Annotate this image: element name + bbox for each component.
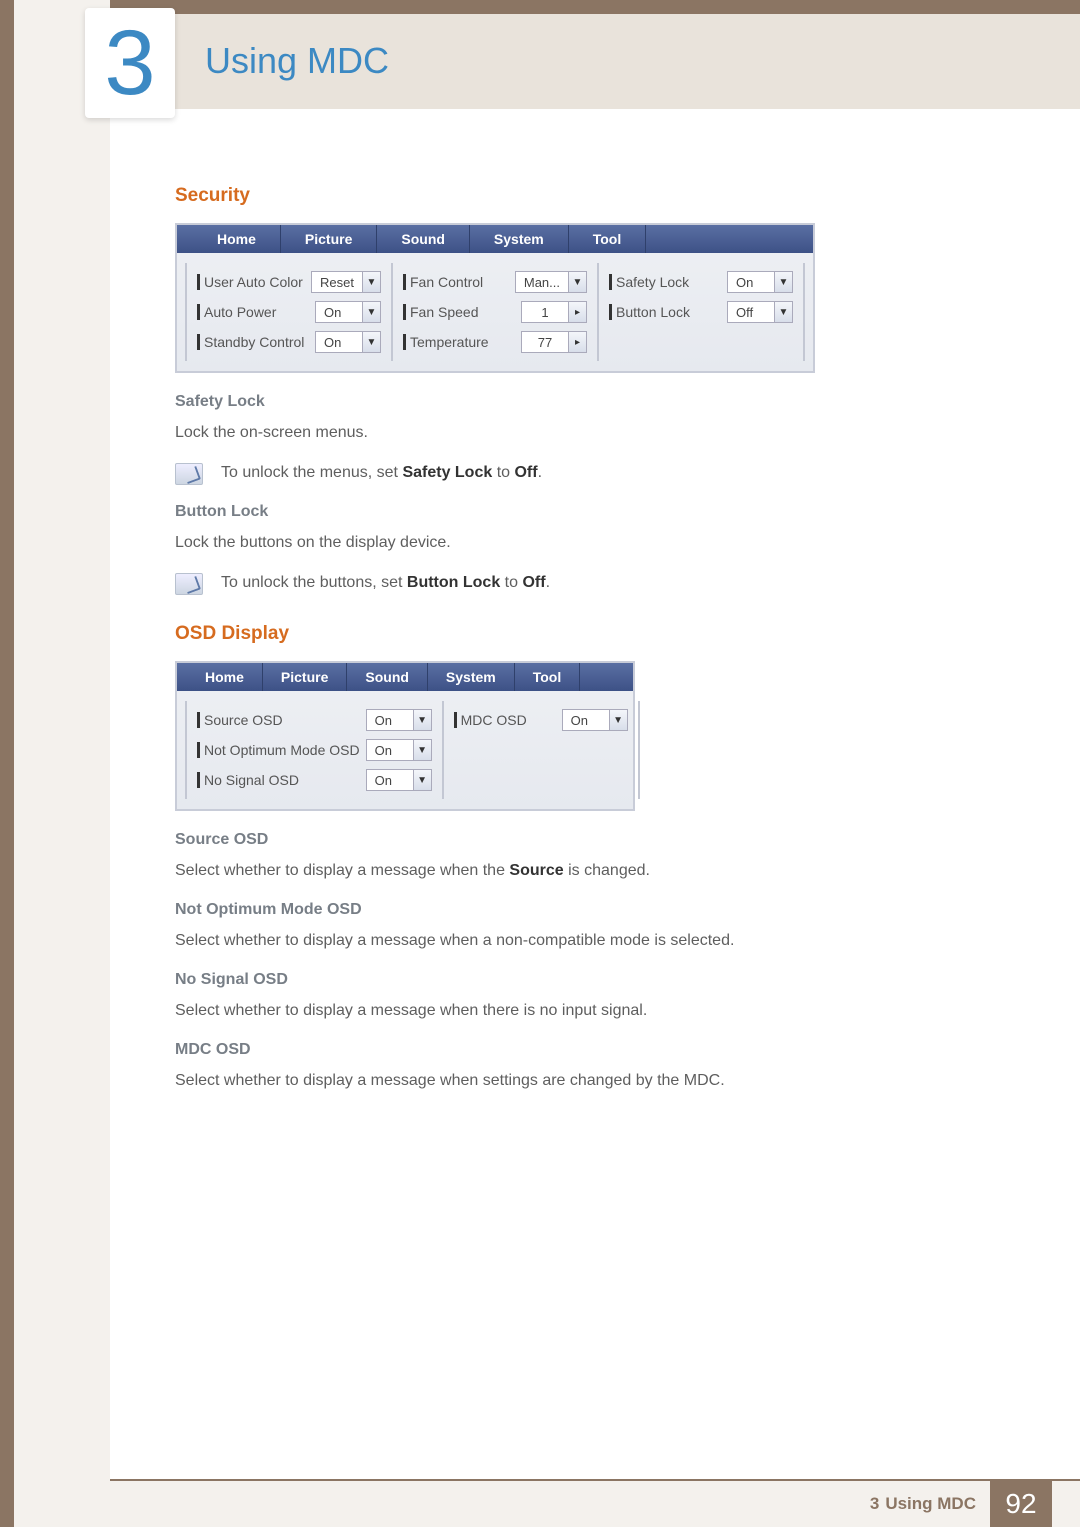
chevron-down-icon: ▼	[568, 272, 586, 292]
button-lock-heading: Button Lock	[175, 503, 1005, 521]
tab-system-2[interactable]: System	[428, 663, 515, 691]
row-temperature: Temperature 77▸	[403, 327, 587, 357]
chevron-down-icon: ▼	[413, 770, 431, 790]
chevron-right-icon: ▸	[568, 302, 586, 322]
mdc-osd-heading: MDC OSD	[175, 1041, 1005, 1059]
source-osd-heading: Source OSD	[175, 831, 1005, 849]
tab-home-2[interactable]: Home	[177, 663, 263, 691]
label-mdc-osd: MDC OSD	[454, 712, 556, 728]
security-col-1: User Auto Color Reset▼ Auto Power On▼ St…	[185, 263, 393, 361]
tab-home[interactable]: Home	[177, 225, 281, 253]
row-fan-speed: Fan Speed 1▸	[403, 297, 587, 327]
row-source-osd: Source OSD On▼	[197, 705, 432, 735]
footer-chapter-num: 3	[870, 1494, 885, 1514]
row-not-optimum-osd: Not Optimum Mode OSD On▼	[197, 735, 432, 765]
note-icon	[175, 463, 203, 485]
label-fan-speed: Fan Speed	[403, 304, 515, 320]
label-temperature: Temperature	[403, 334, 515, 350]
spinner-temperature[interactable]: 77▸	[521, 331, 587, 353]
label-standby-control: Standby Control	[197, 334, 309, 350]
footer-chapter-title: Using MDC	[885, 1494, 990, 1514]
no-signal-heading: No Signal OSD	[175, 971, 1005, 989]
chevron-down-icon: ▼	[413, 740, 431, 760]
dropdown-mdc-osd[interactable]: On▼	[562, 709, 628, 731]
label-source-osd: Source OSD	[197, 712, 360, 728]
osd-tabs: Home Picture Sound System Tool	[177, 663, 633, 691]
dropdown-standby-control[interactable]: On▼	[315, 331, 381, 353]
tab-tool[interactable]: Tool	[569, 225, 647, 253]
tab-system[interactable]: System	[470, 225, 569, 253]
tab-picture[interactable]: Picture	[281, 225, 377, 253]
tab-sound-2[interactable]: Sound	[347, 663, 428, 691]
row-user-auto-color: User Auto Color Reset▼	[197, 267, 381, 297]
chapter-badge: 3	[85, 8, 175, 118]
row-no-signal-osd: No Signal OSD On▼	[197, 765, 432, 795]
tab-tool-2[interactable]: Tool	[515, 663, 581, 691]
dropdown-source-osd[interactable]: On▼	[366, 709, 432, 731]
label-fan-control: Fan Control	[403, 274, 509, 290]
label-button-lock: Button Lock	[609, 304, 721, 320]
safety-lock-note-text: To unlock the menus, set Safety Lock to …	[221, 461, 542, 485]
no-signal-text: Select whether to display a message when…	[175, 999, 1005, 1023]
chevron-down-icon: ▼	[362, 332, 380, 352]
osd-heading: OSD Display	[175, 623, 1005, 645]
dropdown-user-auto-color[interactable]: Reset▼	[311, 271, 381, 293]
chapter-title: Using MDC	[205, 40, 389, 82]
chapter-number: 3	[104, 17, 155, 109]
osd-col-a: Source OSD On▼ Not Optimum Mode OSD On▼ …	[185, 701, 444, 799]
note-icon	[175, 573, 203, 595]
safety-lock-heading: Safety Lock	[175, 393, 1005, 411]
mdc-osd-text: Select whether to display a message when…	[175, 1069, 1005, 1093]
tab-sound[interactable]: Sound	[377, 225, 470, 253]
tab-picture-2[interactable]: Picture	[263, 663, 347, 691]
safety-lock-text: Lock the on-screen menus.	[175, 421, 1005, 445]
row-mdc-osd: MDC OSD On▼	[454, 705, 628, 735]
chevron-down-icon: ▼	[362, 272, 380, 292]
security-tabs: Home Picture Sound System Tool	[177, 225, 813, 253]
page-number: 92	[990, 1481, 1052, 1527]
security-panel: Home Picture Sound System Tool User Auto…	[175, 223, 815, 373]
spinner-fan-speed[interactable]: 1▸	[521, 301, 587, 323]
not-optimum-text: Select whether to display a message when…	[175, 929, 1005, 953]
page-content: Security Home Picture Sound System Tool …	[175, 185, 1005, 1109]
security-col-3: Safety Lock On▼ Button Lock Off▼	[597, 263, 805, 361]
chevron-down-icon: ▼	[774, 272, 792, 292]
label-safety-lock: Safety Lock	[609, 274, 721, 290]
osd-col-b: MDC OSD On▼	[442, 701, 640, 799]
page-footer: 3 Using MDC 92	[110, 1479, 1080, 1527]
safety-lock-note: To unlock the menus, set Safety Lock to …	[175, 461, 1005, 485]
button-lock-note-text: To unlock the buttons, set Button Lock t…	[221, 571, 550, 595]
chevron-down-icon: ▼	[413, 710, 431, 730]
label-not-optimum-osd: Not Optimum Mode OSD	[197, 742, 360, 758]
dropdown-auto-power[interactable]: On▼	[315, 301, 381, 323]
dropdown-no-signal-osd[interactable]: On▼	[366, 769, 432, 791]
security-col-2: Fan Control Man...▼ Fan Speed 1▸ Tempera…	[391, 263, 599, 361]
dropdown-button-lock[interactable]: Off▼	[727, 301, 793, 323]
chevron-right-icon: ▸	[568, 332, 586, 352]
chevron-down-icon: ▼	[609, 710, 627, 730]
button-lock-text: Lock the buttons on the display device.	[175, 531, 1005, 555]
security-heading: Security	[175, 185, 1005, 207]
label-auto-power: Auto Power	[197, 304, 309, 320]
dropdown-fan-control[interactable]: Man...▼	[515, 271, 587, 293]
chevron-down-icon: ▼	[774, 302, 792, 322]
chevron-down-icon: ▼	[362, 302, 380, 322]
left-sidebar	[0, 0, 110, 1527]
dropdown-safety-lock[interactable]: On▼	[727, 271, 793, 293]
osd-panel: Home Picture Sound System Tool Source OS…	[175, 661, 635, 811]
source-osd-text: Select whether to display a message when…	[175, 859, 1005, 883]
label-no-signal-osd: No Signal OSD	[197, 772, 360, 788]
not-optimum-heading: Not Optimum Mode OSD	[175, 901, 1005, 919]
row-auto-power: Auto Power On▼	[197, 297, 381, 327]
label-user-auto-color: User Auto Color	[197, 274, 305, 290]
row-standby-control: Standby Control On▼	[197, 327, 381, 357]
row-safety-lock: Safety Lock On▼	[609, 267, 793, 297]
button-lock-note: To unlock the buttons, set Button Lock t…	[175, 571, 1005, 595]
row-button-lock: Button Lock Off▼	[609, 297, 793, 327]
row-fan-control: Fan Control Man...▼	[403, 267, 587, 297]
dropdown-not-optimum-osd[interactable]: On▼	[366, 739, 432, 761]
